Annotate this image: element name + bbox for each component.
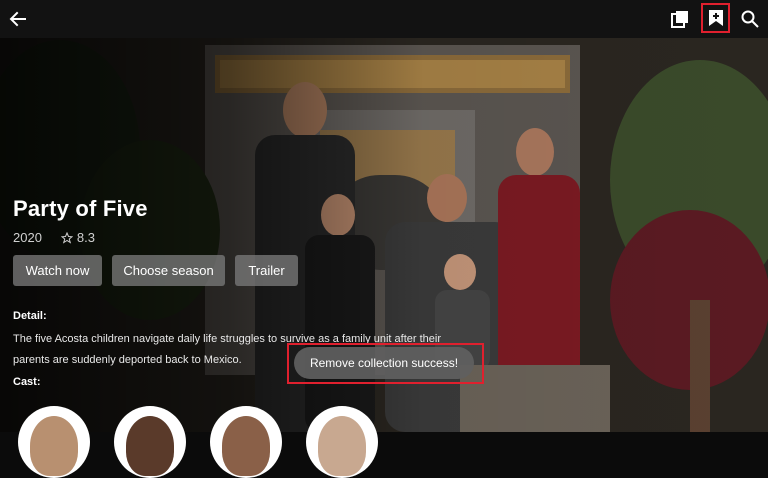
top-app-bar bbox=[0, 0, 768, 38]
search-button[interactable] bbox=[736, 5, 764, 33]
detail-heading: Detail: bbox=[13, 310, 47, 322]
toast-message: Remove collection success! bbox=[294, 347, 474, 379]
library-button[interactable] bbox=[666, 5, 694, 33]
trailer-button[interactable]: Trailer bbox=[235, 255, 298, 286]
cast-avatar[interactable] bbox=[18, 406, 90, 478]
cast-heading: Cast: bbox=[13, 376, 41, 388]
show-title: Party of Five bbox=[13, 196, 148, 221]
collection-button[interactable] bbox=[701, 3, 730, 33]
show-meta: 2020 8.3 bbox=[13, 230, 95, 245]
cast-avatar[interactable] bbox=[114, 406, 186, 478]
release-year: 2020 bbox=[13, 230, 42, 245]
search-icon bbox=[741, 10, 759, 28]
choose-season-button[interactable]: Choose season bbox=[112, 255, 225, 286]
library-icon bbox=[671, 11, 688, 28]
bookmark-plus-icon bbox=[708, 10, 723, 26]
rating-value: 8.3 bbox=[76, 230, 95, 245]
watch-now-button[interactable]: Watch now bbox=[13, 255, 102, 286]
cast-avatar[interactable] bbox=[210, 406, 282, 478]
back-button[interactable] bbox=[4, 5, 32, 33]
cast-avatar[interactable] bbox=[306, 406, 378, 478]
star-outline-icon bbox=[60, 231, 73, 244]
arrow-left-icon bbox=[9, 11, 26, 27]
